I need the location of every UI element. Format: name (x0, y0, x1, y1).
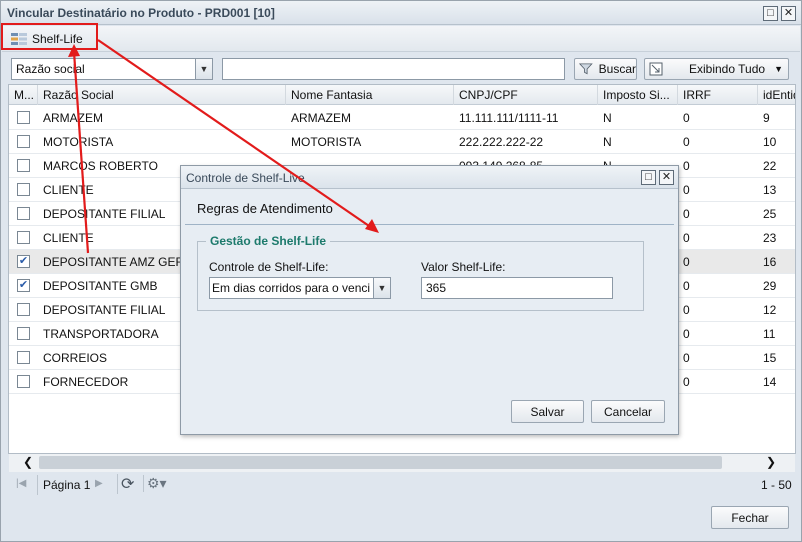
arrow-dialog-line (97, 39, 373, 229)
arrow-dialog-head (365, 219, 379, 233)
annotation-arrows (68, 39, 379, 254)
arrow-up-line (72, 51, 90, 254)
arrow-up-head (68, 44, 80, 57)
